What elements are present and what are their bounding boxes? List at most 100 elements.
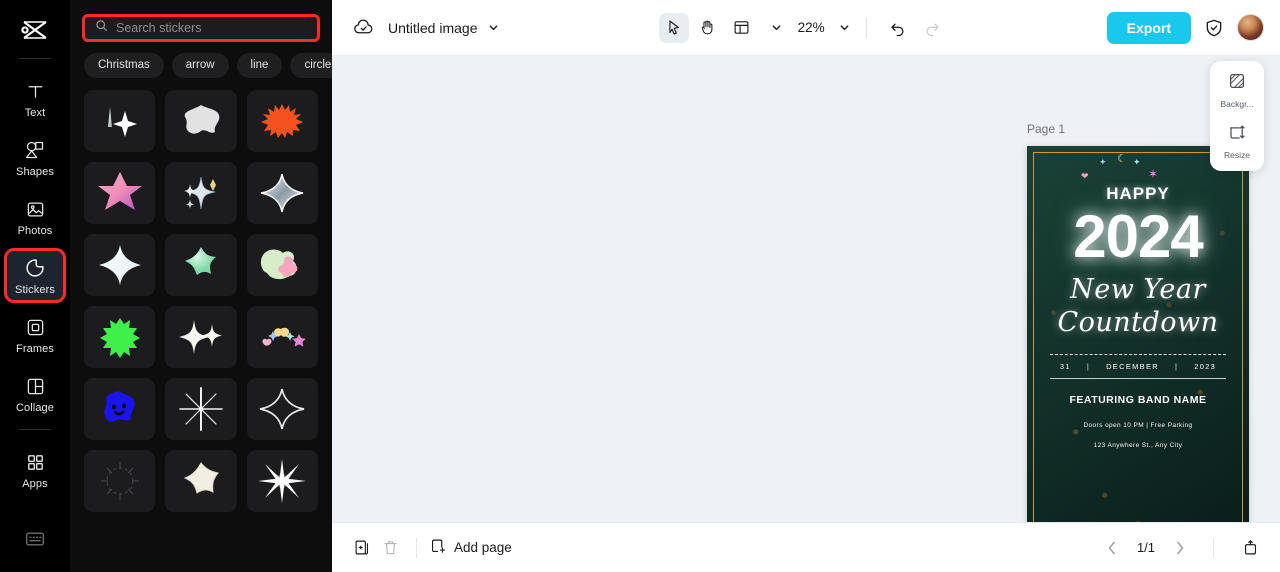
zoom-chevron-down-icon[interactable]	[839, 22, 850, 33]
tool-group: 22%	[658, 12, 947, 43]
sticker-tile[interactable]	[84, 162, 156, 224]
star-sticker-pink: ✶	[1148, 167, 1159, 181]
sidebar-item-label: Text	[24, 107, 46, 119]
sticker-tile[interactable]	[165, 90, 237, 152]
text-icon	[24, 80, 46, 102]
add-page-button[interactable]: Add page	[429, 538, 512, 558]
sidebar-item-text[interactable]: Text	[6, 73, 64, 124]
cloud-check-icon[interactable]	[352, 17, 374, 39]
sidebar-item-label: Apps	[22, 478, 48, 490]
keyboard-icon[interactable]	[18, 524, 52, 554]
chip-christmas[interactable]: Christmas	[84, 53, 164, 78]
sticker-tile[interactable]	[246, 450, 318, 512]
top-toolbar: Untitled image 22% Export	[332, 0, 1280, 56]
resize-button[interactable]: Resize	[1212, 123, 1262, 160]
upload-page-icon[interactable]	[1236, 534, 1264, 562]
sticker-tile[interactable]	[165, 234, 237, 296]
sidebar-item-photos[interactable]: Photos	[6, 191, 64, 242]
chip-line[interactable]: line	[236, 53, 283, 78]
sticker-tile[interactable]	[165, 450, 237, 512]
trash-icon[interactable]	[376, 534, 404, 562]
pagination-divider	[1213, 537, 1214, 558]
rail-divider	[19, 58, 51, 59]
chevron-down-icon[interactable]	[488, 22, 499, 33]
sparkle-sticker-blue: ✦	[1099, 157, 1107, 167]
sticker-tile[interactable]	[165, 378, 237, 440]
sticker-grid	[70, 82, 332, 512]
app-root: Text Shapes Photos Stickers Frames Colla…	[0, 0, 1280, 572]
chip-arrow[interactable]: arrow	[171, 53, 229, 78]
search-stickers-box[interactable]	[82, 14, 320, 42]
undo-button[interactable]	[883, 13, 913, 43]
prev-page-icon[interactable]	[1101, 537, 1123, 559]
top-right-group: Export	[1106, 11, 1264, 44]
add-page-icon	[429, 538, 446, 558]
sticker-tile[interactable]	[84, 306, 156, 368]
poster-happy-text: HAPPY	[1106, 184, 1170, 203]
duplicate-icon[interactable]	[348, 534, 376, 562]
poster-date-sep-2: |	[1174, 362, 1179, 372]
background-button[interactable]: Backgr...	[1212, 72, 1262, 109]
sticker-tile[interactable]	[84, 234, 156, 296]
sticker-icon	[24, 257, 46, 279]
poster-script-line2: Countdown	[1057, 306, 1219, 338]
shield-check-icon[interactable]	[1203, 17, 1225, 39]
hand-tool-button[interactable]	[693, 13, 723, 43]
category-chips: Christmas arrow line circle	[70, 42, 332, 82]
canvas-area[interactable]: Page 1 ❤ ✦ ☾ ✦ ✶ HAPPY 2024 New Year Cou…	[332, 56, 1280, 522]
sidebar-item-shapes[interactable]: Shapes	[6, 132, 64, 183]
poster-date-year: 2023	[1194, 362, 1217, 372]
sticker-tile[interactable]	[84, 450, 156, 512]
background-swatch-icon	[1228, 72, 1246, 95]
sticker-scroll-area[interactable]	[70, 82, 332, 570]
document-title[interactable]: Untitled image	[388, 20, 478, 36]
redo-button[interactable]	[917, 13, 947, 43]
search-container	[70, 0, 332, 42]
select-tool-button[interactable]	[658, 12, 689, 43]
sidebar-item-label: Collage	[15, 402, 54, 414]
sticker-tile[interactable]	[84, 378, 156, 440]
resize-icon	[1228, 123, 1246, 146]
poster-date-month: DECEMBER	[1106, 362, 1159, 372]
zoom-level[interactable]: 22%	[798, 20, 825, 35]
poster-date-row: 31 | DECEMBER | 2023	[1060, 362, 1216, 371]
layout-chevron-down-icon[interactable]	[771, 22, 782, 33]
poster-address-text: 123 Anywhere St., Any City	[1093, 442, 1183, 450]
search-input[interactable]	[116, 21, 307, 35]
sticker-tile[interactable]	[246, 378, 318, 440]
avatar[interactable]	[1237, 14, 1264, 41]
page-label: Page 1	[1027, 122, 1066, 136]
rail-divider-2	[19, 429, 51, 430]
sticker-tile[interactable]	[246, 306, 318, 368]
left-sidebar: Text Shapes Photos Stickers Frames Colla…	[0, 0, 70, 572]
sidebar-item-stickers[interactable]: Stickers	[4, 248, 66, 303]
crescent-sticker: ☾	[1117, 153, 1127, 165]
sidebar-item-apps[interactable]: Apps	[6, 444, 64, 495]
poster-canvas[interactable]: ❤ ✦ ☾ ✦ ✶ HAPPY 2024 New Year Countdown …	[1027, 146, 1249, 522]
poster-date-sep-1: |	[1086, 362, 1091, 372]
bottom-divider	[416, 537, 417, 558]
stickers-panel: Christmas arrow line circle	[70, 0, 332, 572]
apps-grid-icon	[24, 451, 46, 473]
photos-icon	[24, 198, 46, 220]
heart-sticker: ❤	[1081, 171, 1089, 181]
sticker-tile[interactable]	[246, 90, 318, 152]
sidebar-item-frames[interactable]: Frames	[6, 309, 64, 360]
export-button[interactable]: Export	[1106, 11, 1191, 44]
layout-tool-button[interactable]	[727, 13, 757, 43]
sticker-tile[interactable]	[84, 90, 156, 152]
page-indicator: 1/1	[1136, 540, 1156, 555]
bottom-toolbar: Add page 1/1	[332, 522, 1280, 572]
chip-circle[interactable]: circle	[290, 53, 332, 78]
sidebar-item-label: Frames	[16, 343, 54, 355]
next-page-icon[interactable]	[1169, 537, 1191, 559]
collage-icon	[24, 375, 46, 397]
sidebar-item-collage[interactable]: Collage	[6, 368, 64, 419]
sticker-tile[interactable]	[246, 234, 318, 296]
capcut-logo-icon[interactable]	[15, 14, 55, 48]
sticker-tile[interactable]	[246, 162, 318, 224]
search-icon	[95, 19, 108, 37]
sticker-tile[interactable]	[165, 162, 237, 224]
sticker-tile[interactable]	[165, 306, 237, 368]
floating-tools-panel: Backgr... Resize	[1210, 61, 1264, 171]
